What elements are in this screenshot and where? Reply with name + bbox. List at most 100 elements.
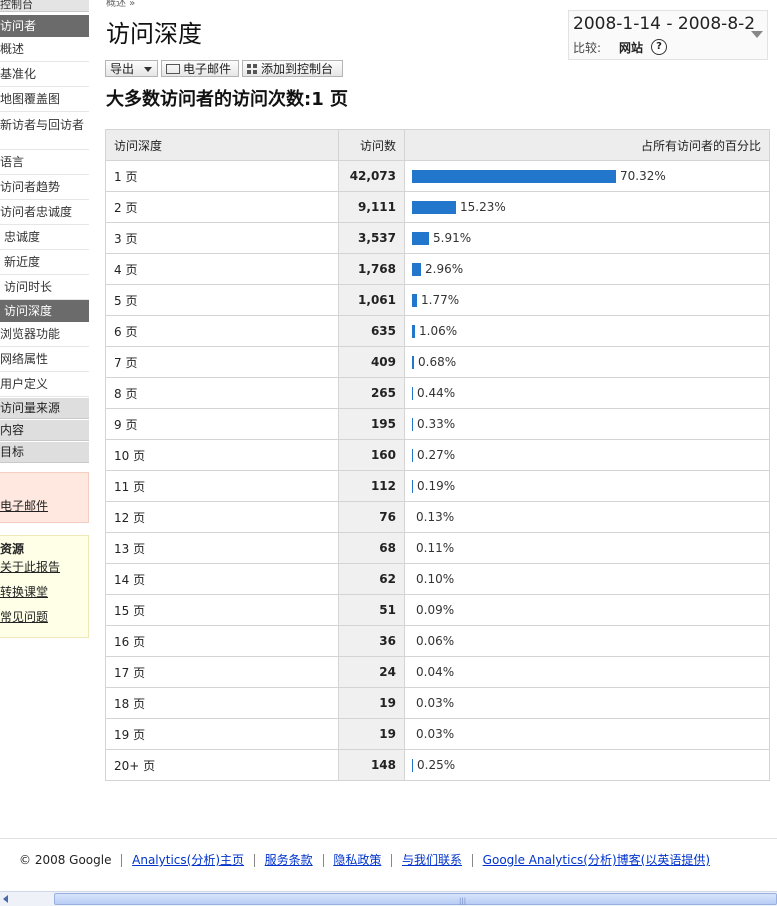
email-link[interactable]: 电子邮件 — [0, 497, 48, 514]
scrollbar-thumb[interactable]: ||| — [54, 893, 777, 905]
resource-link-faq[interactable]: 常见问题 — [0, 608, 48, 625]
table-row: 8 页 265 0.44% — [105, 377, 770, 409]
cell-depth: 7 页 — [105, 346, 339, 378]
column-header-percentage[interactable]: 占所有访问者的百分比 — [404, 129, 770, 161]
scroll-left-arrow-icon[interactable] — [3, 895, 8, 903]
footer-link-terms[interactable]: 服务条款 — [265, 853, 313, 867]
horizontal-scrollbar[interactable]: ||| — [0, 891, 777, 906]
footer-link-privacy[interactable]: 隐私政策 — [333, 853, 381, 867]
cell-depth: 5 页 — [105, 284, 339, 316]
footer-separator — [391, 854, 393, 867]
percentage-value: 1.06% — [419, 324, 458, 339]
sidebar-item-loyalty[interactable]: 忠诚度 — [0, 225, 89, 250]
breadcrumb[interactable]: 概述 » — [106, 0, 135, 9]
email-button[interactable]: 电子邮件 — [161, 60, 239, 77]
cell-visits: 3,537 — [338, 222, 405, 254]
sidebar-section-goals[interactable]: 目标 — [0, 442, 89, 463]
cell-visits: 148 — [338, 749, 405, 781]
chevron-down-icon[interactable] — [751, 31, 763, 38]
sidebar-item-depth-of-visit[interactable]: 访问深度 — [0, 300, 89, 322]
sidebar-item-benchmarking[interactable]: 基准化 — [0, 62, 89, 87]
cell-visits: 19 — [338, 687, 405, 719]
cell-percentage: 0.04% — [404, 656, 770, 688]
cell-depth: 17 页 — [105, 656, 339, 688]
percentage-value: 0.68% — [418, 355, 457, 370]
cell-depth: 20+ 页 — [105, 749, 339, 781]
table-row: 6 页 635 1.06% — [105, 315, 770, 347]
cell-percentage: 0.10% — [404, 563, 770, 595]
sidebar-item-label: 控制台 — [0, 0, 33, 11]
copyright-text: © 2008 Google — [19, 853, 112, 867]
cell-percentage: 0.33% — [404, 408, 770, 440]
table-row: 2 页 9,111 15.23% — [105, 191, 770, 223]
footer-link-blog[interactable]: Google Analytics(分析)博客(以英语提供) — [483, 853, 710, 867]
cell-depth: 9 页 — [105, 408, 339, 440]
footer-link-contact[interactable]: 与我们联系 — [402, 853, 462, 867]
cell-visits: 51 — [338, 594, 405, 626]
export-button[interactable]: 导出 — [105, 60, 158, 77]
cell-depth: 1 页 — [105, 160, 339, 192]
resource-link-about-report[interactable]: 关于此报告 — [0, 558, 60, 575]
sidebar-item-languages[interactable]: 语言 — [0, 150, 89, 175]
percentage-value: 70.32% — [620, 169, 666, 184]
percentage-bar — [412, 448, 413, 462]
cell-percentage: 1.06% — [404, 315, 770, 347]
footer-link-analytics-home[interactable]: Analytics(分析)主页 — [132, 853, 244, 867]
sidebar-item-visitor-loyalty[interactable]: 访问者忠诚度 — [0, 200, 89, 225]
sidebar-section-visitors[interactable]: 访问者 — [0, 15, 89, 37]
percentage-bar — [412, 324, 415, 338]
footer-divider — [0, 838, 777, 839]
column-header-depth[interactable]: 访问深度 — [105, 129, 339, 161]
cell-percentage: 0.27% — [404, 439, 770, 471]
sidebar-item-user-defined[interactable]: 用户定义 — [0, 372, 89, 397]
resources-box: 资源 关于此报告 转换课堂 常见问题 — [0, 535, 89, 638]
sidebar-item-map-overlay[interactable]: 地图覆盖图 — [0, 87, 89, 112]
cell-depth: 19 页 — [105, 718, 339, 750]
cell-percentage: 0.25% — [404, 749, 770, 781]
sidebar-item-browser-capabilities[interactable]: 浏览器功能 — [0, 322, 89, 347]
table-row: 7 页 409 0.68% — [105, 346, 770, 378]
sidebar-item-length-of-visit[interactable]: 访问时长 — [0, 275, 89, 300]
email-box: 电子邮件 — [0, 472, 89, 523]
sidebar-item-visitor-trending[interactable]: 访问者趋势 — [0, 175, 89, 200]
table-row: 4 页 1,768 2.96% — [105, 253, 770, 285]
percentage-value: 2.96% — [425, 262, 464, 277]
percentage-value: 0.04% — [416, 665, 455, 680]
table-header-row: 访问深度 访问数 占所有访问者的百分比 — [105, 129, 770, 161]
date-range-picker[interactable]: 2008-1-14 - 2008-8-2 比较: 网站 ? — [568, 10, 768, 60]
help-icon[interactable]: ? — [651, 39, 667, 55]
cell-visits: 9,111 — [338, 191, 405, 223]
percentage-value: 0.27% — [417, 448, 456, 463]
resource-link-conversion-university[interactable]: 转换课堂 — [0, 583, 48, 600]
percentage-value: 0.03% — [416, 727, 455, 742]
cell-depth: 10 页 — [105, 439, 339, 471]
cell-depth: 4 页 — [105, 253, 339, 285]
sidebar-item-overview[interactable]: 概述 — [0, 37, 89, 62]
cell-visits: 68 — [338, 532, 405, 564]
table-row: 14 页 62 0.10% — [105, 563, 770, 595]
sidebar-item-new-vs-returning[interactable]: 新访者与回访者 — [0, 112, 89, 150]
cell-percentage: 0.11% — [404, 532, 770, 564]
column-header-visits[interactable]: 访问数 — [338, 129, 405, 161]
add-to-dashboard-button[interactable]: 添加到控制台 — [242, 60, 343, 77]
sidebar: 控制台 访问者 概述 基准化 地图覆盖图 新访者与回访者 语言 访问者趋势 访问… — [0, 0, 89, 463]
sidebar-item-network-properties[interactable]: 网络属性 — [0, 347, 89, 372]
email-label: 电子邮件 — [183, 62, 232, 76]
table-row: 16 页 36 0.06% — [105, 625, 770, 657]
percentage-bar — [412, 355, 414, 369]
percentage-value: 0.25% — [417, 758, 456, 773]
cell-visits: 62 — [338, 563, 405, 595]
table-row: 17 页 24 0.04% — [105, 656, 770, 688]
percentage-value: 5.91% — [433, 231, 472, 246]
sidebar-item-recency[interactable]: 新近度 — [0, 250, 89, 275]
sidebar-section-traffic-sources[interactable]: 访问量来源 — [0, 398, 89, 419]
sidebar-section-content[interactable]: 内容 — [0, 420, 89, 441]
cell-depth: 8 页 — [105, 377, 339, 409]
percentage-bar — [412, 479, 413, 493]
cell-visits: 195 — [338, 408, 405, 440]
footer-separator — [121, 854, 123, 867]
cell-depth: 15 页 — [105, 594, 339, 626]
depth-of-visit-table: 访问深度 访问数 占所有访问者的百分比 1 页 42,073 70.32% 2 页 9,… — [105, 129, 770, 781]
cell-visits: 160 — [338, 439, 405, 471]
sidebar-item-dashboard[interactable]: 控制台 — [0, 0, 89, 12]
